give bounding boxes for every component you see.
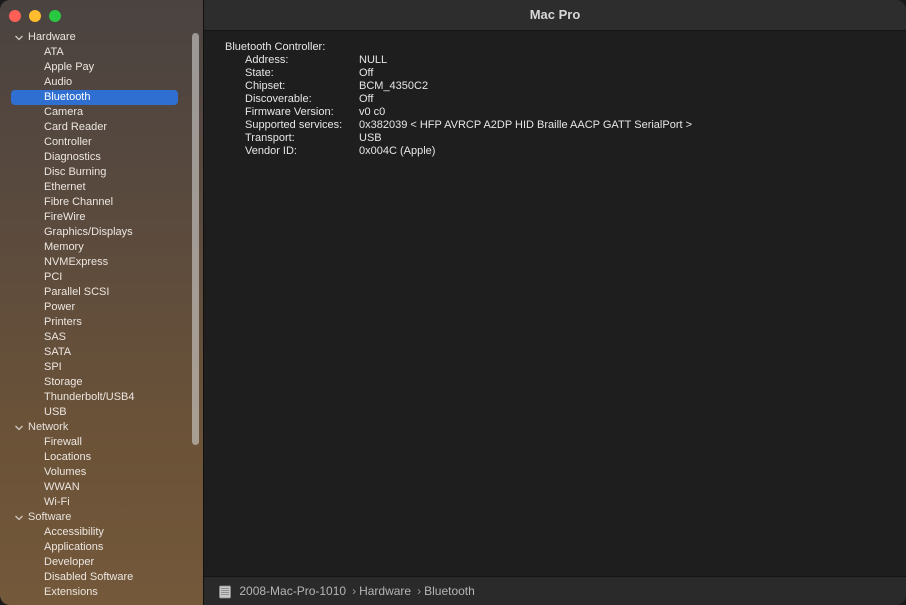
property-key: Vendor ID:: [245, 145, 297, 157]
sidebar-item-accessibility[interactable]: Accessibility: [0, 525, 203, 540]
sidebar-item-printers[interactable]: Printers: [0, 315, 203, 330]
close-window-button[interactable]: [9, 10, 21, 22]
path-bar: 2008-Mac-Pro-1010 › Hardware › Bluetooth: [204, 576, 906, 605]
sidebar-group-label: Hardware: [28, 31, 76, 43]
minimize-window-button[interactable]: [29, 10, 41, 22]
property-row: Transport: USB: [245, 132, 692, 145]
sidebar-item-disabled-software[interactable]: Disabled Software: [0, 570, 203, 585]
property-key: Address:: [245, 54, 289, 66]
sidebar-item-sata[interactable]: SATA: [0, 345, 203, 360]
sidebar-item-power[interactable]: Power: [0, 300, 203, 315]
path-segment[interactable]: Bluetooth: [424, 584, 475, 598]
property-row: Supported services: 0x382039 < HFP AVRCP …: [245, 119, 692, 132]
sidebar-item-firewall[interactable]: Firewall: [0, 435, 203, 450]
property-key: Discoverable:: [245, 93, 312, 105]
sidebar-group-label: Software: [28, 511, 72, 523]
sidebar-item-sas[interactable]: SAS: [0, 330, 203, 345]
property-key: Transport:: [245, 132, 295, 144]
property-row: Chipset: BCM_4350C2: [245, 80, 692, 93]
path-segment[interactable]: 2008-Mac-Pro-1010: [239, 584, 346, 598]
sidebar-item-apple-pay[interactable]: Apple Pay: [0, 60, 203, 75]
property-value: v0 c0: [359, 106, 386, 118]
sidebar-item-memory[interactable]: Memory: [0, 240, 203, 255]
detail-pane: Bluetooth Controller: Address: NULL State:…: [204, 31, 906, 576]
chevron-down-icon[interactable]: [14, 423, 24, 433]
property-value: NULL: [359, 54, 388, 66]
property-row: State: Off: [245, 67, 692, 80]
sidebar: Hardware ATA Apple Pay Audio Bluetooth Camera…: [0, 0, 204, 605]
sidebar-item-usb[interactable]: USB: [0, 405, 203, 420]
sidebar-item-diagnostics[interactable]: Diagnostics: [0, 150, 203, 165]
chevron-down-icon[interactable]: [14, 513, 24, 523]
property-value: Off: [359, 93, 374, 105]
zoom-window-button[interactable]: [49, 10, 61, 22]
sidebar-item-controller[interactable]: Controller: [0, 135, 203, 150]
path-segment[interactable]: Hardware: [359, 584, 411, 598]
sidebar-tree: Hardware ATA Apple Pay Audio Bluetooth Camera…: [0, 30, 203, 600]
sidebar-item-ata[interactable]: ATA: [0, 45, 203, 60]
property-value: 0x004C (Apple): [359, 145, 436, 157]
system-information-window: Hardware ATA Apple Pay Audio Bluetooth Camera…: [0, 0, 906, 605]
sidebar-item-locations[interactable]: Locations: [0, 450, 203, 465]
sidebar-item-thunderbolt-usb4[interactable]: Thunderbolt/USB4: [0, 390, 203, 405]
sidebar-item-extensions[interactable]: Extensions: [0, 585, 203, 600]
property-value: BCM_4350C2: [359, 80, 429, 92]
property-row: Firmware Version: v0 c0: [245, 106, 692, 119]
window-title: Mac Pro: [529, 7, 581, 22]
sidebar-item-firewire[interactable]: FireWire: [0, 210, 203, 225]
sidebar-item-card-reader[interactable]: Card Reader: [0, 120, 203, 135]
sidebar-item-fibre-channel[interactable]: Fibre Channel: [0, 195, 203, 210]
mac-pro-icon: [219, 585, 231, 599]
sidebar-item-volumes[interactable]: Volumes: [0, 465, 203, 480]
detail-properties: Address: NULL State: Off Chipset: BCM_4350C2 D…: [245, 54, 692, 158]
detail-section-title: Bluetooth Controller:: [225, 41, 326, 53]
sidebar-item-applications[interactable]: Applications: [0, 540, 203, 555]
property-row: Vendor ID: 0x004C (Apple): [245, 145, 692, 158]
sidebar-item-graphics-displays[interactable]: Graphics/Displays: [0, 225, 203, 240]
path-separator: ›: [352, 584, 357, 598]
property-key: Firmware Version:: [245, 106, 334, 118]
sidebar-item-camera[interactable]: Camera: [0, 105, 203, 120]
sidebar-item-storage[interactable]: Storage: [0, 375, 203, 390]
path-separator: ›: [417, 584, 422, 598]
chevron-down-icon[interactable]: [14, 33, 24, 43]
sidebar-item-developer[interactable]: Developer: [0, 555, 203, 570]
sidebar-item-bluetooth[interactable]: Bluetooth: [11, 90, 178, 105]
sidebar-item-nvmexpress[interactable]: NVMExpress: [0, 255, 203, 270]
property-key: Chipset:: [245, 80, 286, 92]
titlebar: Mac Pro: [204, 0, 906, 31]
sidebar-item-wwan[interactable]: WWAN: [0, 480, 203, 495]
sidebar-item-parallel-scsi[interactable]: Parallel SCSI: [0, 285, 203, 300]
property-row: Discoverable: Off: [245, 93, 692, 106]
sidebar-group-network[interactable]: Network: [0, 420, 203, 435]
sidebar-group-label: Network: [28, 421, 69, 433]
property-value: Off: [359, 67, 374, 79]
sidebar-item-disc-burning[interactable]: Disc Burning: [0, 165, 203, 180]
sidebar-group-hardware[interactable]: Hardware: [0, 30, 203, 45]
property-value: USB: [359, 132, 382, 144]
sidebar-item-wi-fi[interactable]: Wi-Fi: [0, 495, 203, 510]
property-key: State:: [245, 67, 274, 79]
sidebar-item-ethernet[interactable]: Ethernet: [0, 180, 203, 195]
property-row: Address: NULL: [245, 54, 692, 67]
sidebar-item-spi[interactable]: SPI: [0, 360, 203, 375]
sidebar-scrollbar[interactable]: [192, 33, 199, 445]
sidebar-item-pci[interactable]: PCI: [0, 270, 203, 285]
property-value: 0x382039 < HFP AVRCP A2DP HID Braille AA…: [359, 119, 693, 131]
property-key: Supported services:: [245, 119, 343, 131]
sidebar-group-software[interactable]: Software: [0, 510, 203, 525]
sidebar-item-audio[interactable]: Audio: [0, 75, 203, 90]
